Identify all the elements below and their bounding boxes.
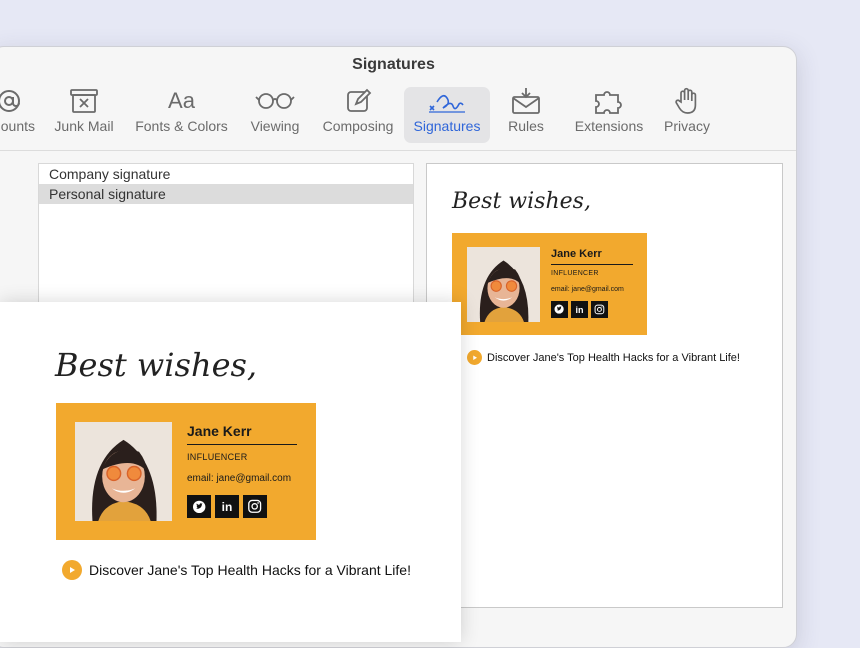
hand-icon — [659, 87, 715, 115]
tab-rules-label: Rules — [508, 118, 544, 134]
tab-fonts-colors-label: Fonts & Colors — [135, 118, 228, 134]
puzzle-icon — [566, 87, 652, 115]
signature-list: Company signature Personal signature — [38, 163, 414, 315]
promo-text-large: Discover Jane's Top Health Hacks for a V… — [89, 562, 411, 578]
tab-privacy[interactable]: Privacy — [659, 87, 715, 143]
settings-toolbar: ounts Junk Mail Aa Fonts & Colors Viewin… — [0, 87, 796, 149]
promo-link-large[interactable]: Discover Jane's Top Health Hacks for a V… — [62, 560, 411, 580]
compose-icon — [314, 87, 402, 115]
tab-signatures-label: Signatures — [413, 118, 481, 134]
tab-fonts-colors[interactable]: Aa Fonts & Colors — [129, 87, 234, 143]
social-links: in — [551, 301, 608, 318]
tab-viewing-label: Viewing — [250, 118, 300, 134]
name-divider — [551, 264, 633, 265]
tab-accounts-label: ounts — [0, 118, 35, 134]
signature-item-personal[interactable]: Personal signature — [39, 184, 413, 204]
linkedin-icon[interactable]: in — [571, 301, 588, 318]
greeting-text: Best wishes, — [452, 189, 591, 214]
tab-signatures[interactable]: Signatures — [404, 87, 490, 143]
signature-preview: Best wishes, Jane Kerr INFLUENCER email:… — [426, 163, 783, 608]
tab-junk-mail[interactable]: Junk Mail — [49, 87, 119, 143]
promo-text: Discover Jane's Top Health Hacks for a V… — [487, 351, 740, 364]
at-icon — [0, 87, 37, 115]
signature-item-company[interactable]: Company signature — [39, 164, 413, 184]
window-title: Signatures — [352, 56, 435, 73]
social-links-large: in — [187, 495, 267, 518]
signature-zoom-panel: Best wishes, Jane Kerr INFLUENCER email:… — [0, 302, 461, 642]
play-icon — [467, 350, 482, 365]
contact-role-large: INFLUENCER — [187, 452, 248, 462]
greeting-text-large: Best wishes, — [55, 346, 258, 384]
tab-composing-label: Composing — [322, 118, 394, 134]
tab-extensions[interactable]: Extensions — [566, 87, 652, 143]
contact-name-large: Jane Kerr — [187, 423, 252, 439]
profile-photo-large — [75, 422, 172, 521]
toolbar-divider — [0, 150, 796, 151]
play-icon — [62, 560, 82, 580]
name-divider-large — [187, 444, 297, 445]
signature-card-large: Jane Kerr INFLUENCER email: jane@gmail.c… — [56, 403, 316, 540]
instagram-icon[interactable] — [591, 301, 608, 318]
tab-viewing[interactable]: Viewing — [241, 87, 309, 143]
profile-photo — [467, 247, 540, 322]
tab-extensions-label: Extensions — [574, 118, 644, 134]
tab-accounts[interactable]: ounts — [0, 87, 37, 143]
signature-card: Jane Kerr INFLUENCER email: jane@gmail.c… — [452, 233, 647, 335]
instagram-icon[interactable] — [243, 495, 267, 518]
signature-icon — [404, 87, 490, 115]
twitter-icon[interactable] — [551, 301, 568, 318]
tab-junk-mail-label: Junk Mail — [54, 118, 114, 134]
promo-link[interactable]: Discover Jane's Top Health Hacks for a V… — [467, 350, 740, 365]
glasses-icon — [241, 87, 309, 115]
contact-name: Jane Kerr — [551, 248, 602, 260]
contact-email: email: jane@gmail.com — [551, 286, 624, 293]
fonts-icon: Aa — [168, 88, 195, 113]
tab-composing[interactable]: Composing — [314, 87, 402, 143]
rules-icon — [501, 87, 551, 115]
tab-privacy-label: Privacy — [664, 118, 710, 134]
tab-rules[interactable]: Rules — [501, 87, 551, 143]
linkedin-icon[interactable]: in — [215, 495, 239, 518]
contact-role: INFLUENCER — [551, 270, 599, 277]
junk-mail-icon — [49, 87, 119, 115]
twitter-icon[interactable] — [187, 495, 211, 518]
contact-email-large: email: jane@gmail.com — [187, 473, 292, 484]
